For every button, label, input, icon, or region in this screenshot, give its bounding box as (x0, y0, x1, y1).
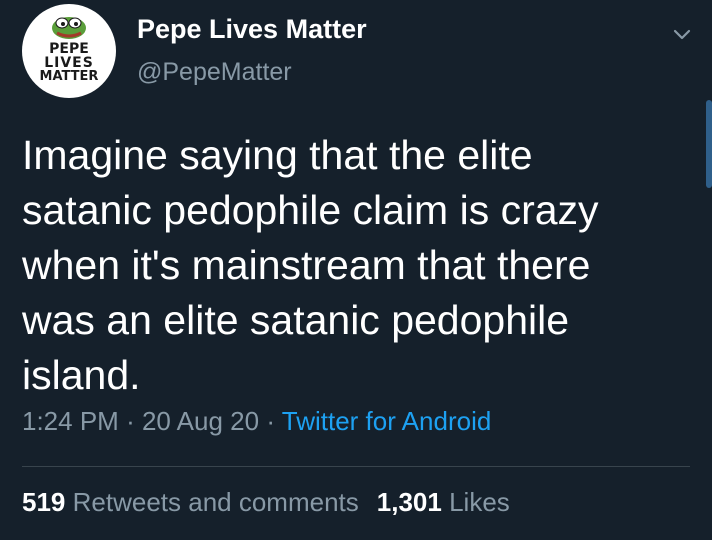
likes-stat[interactable]: 1,301 Likes (377, 487, 510, 517)
avatar-logo-text: PEPE LIVES MATTER (22, 42, 116, 84)
tweet-time[interactable]: 1:24 PM (22, 406, 119, 436)
likes-count: 1,301 (376, 487, 442, 517)
avatar-logo-line: LIVES (44, 55, 94, 71)
display-name[interactable]: Pepe Lives Matter (137, 14, 367, 45)
divider (22, 466, 690, 467)
avatar-logo-line: MATTER (39, 69, 99, 84)
chevron-down-icon[interactable] (668, 20, 696, 48)
scrollbar[interactable] (706, 100, 712, 188)
avatar[interactable]: PEPE LIVES MATTER (22, 4, 116, 98)
user-handle[interactable]: @PepeMatter (137, 58, 292, 87)
likes-label: Likes (449, 487, 510, 517)
avatar-logo-line: PEPE (49, 41, 89, 57)
retweets-count: 519 (22, 487, 66, 517)
tweet-stats: 519 Retweets and comments 1,301 Likes (22, 487, 510, 518)
tweet-date[interactable]: 20 Aug 20 (142, 406, 259, 436)
meta-separator: · (266, 406, 275, 436)
retweets-stat[interactable]: 519 Retweets and comments (22, 487, 359, 517)
meta-separator: · (126, 406, 135, 436)
tweet-card: PEPE LIVES MATTER Pepe Lives Matter @Pep… (0, 0, 712, 540)
tweet-source-link[interactable]: Twitter for Android (282, 406, 492, 436)
retweets-label: Retweets and comments (72, 487, 359, 517)
tweet-meta: 1:24 PM · 20 Aug 20 · Twitter for Androi… (22, 406, 491, 437)
tweet-text: Imagine saying that the elite satanic pe… (22, 132, 599, 398)
